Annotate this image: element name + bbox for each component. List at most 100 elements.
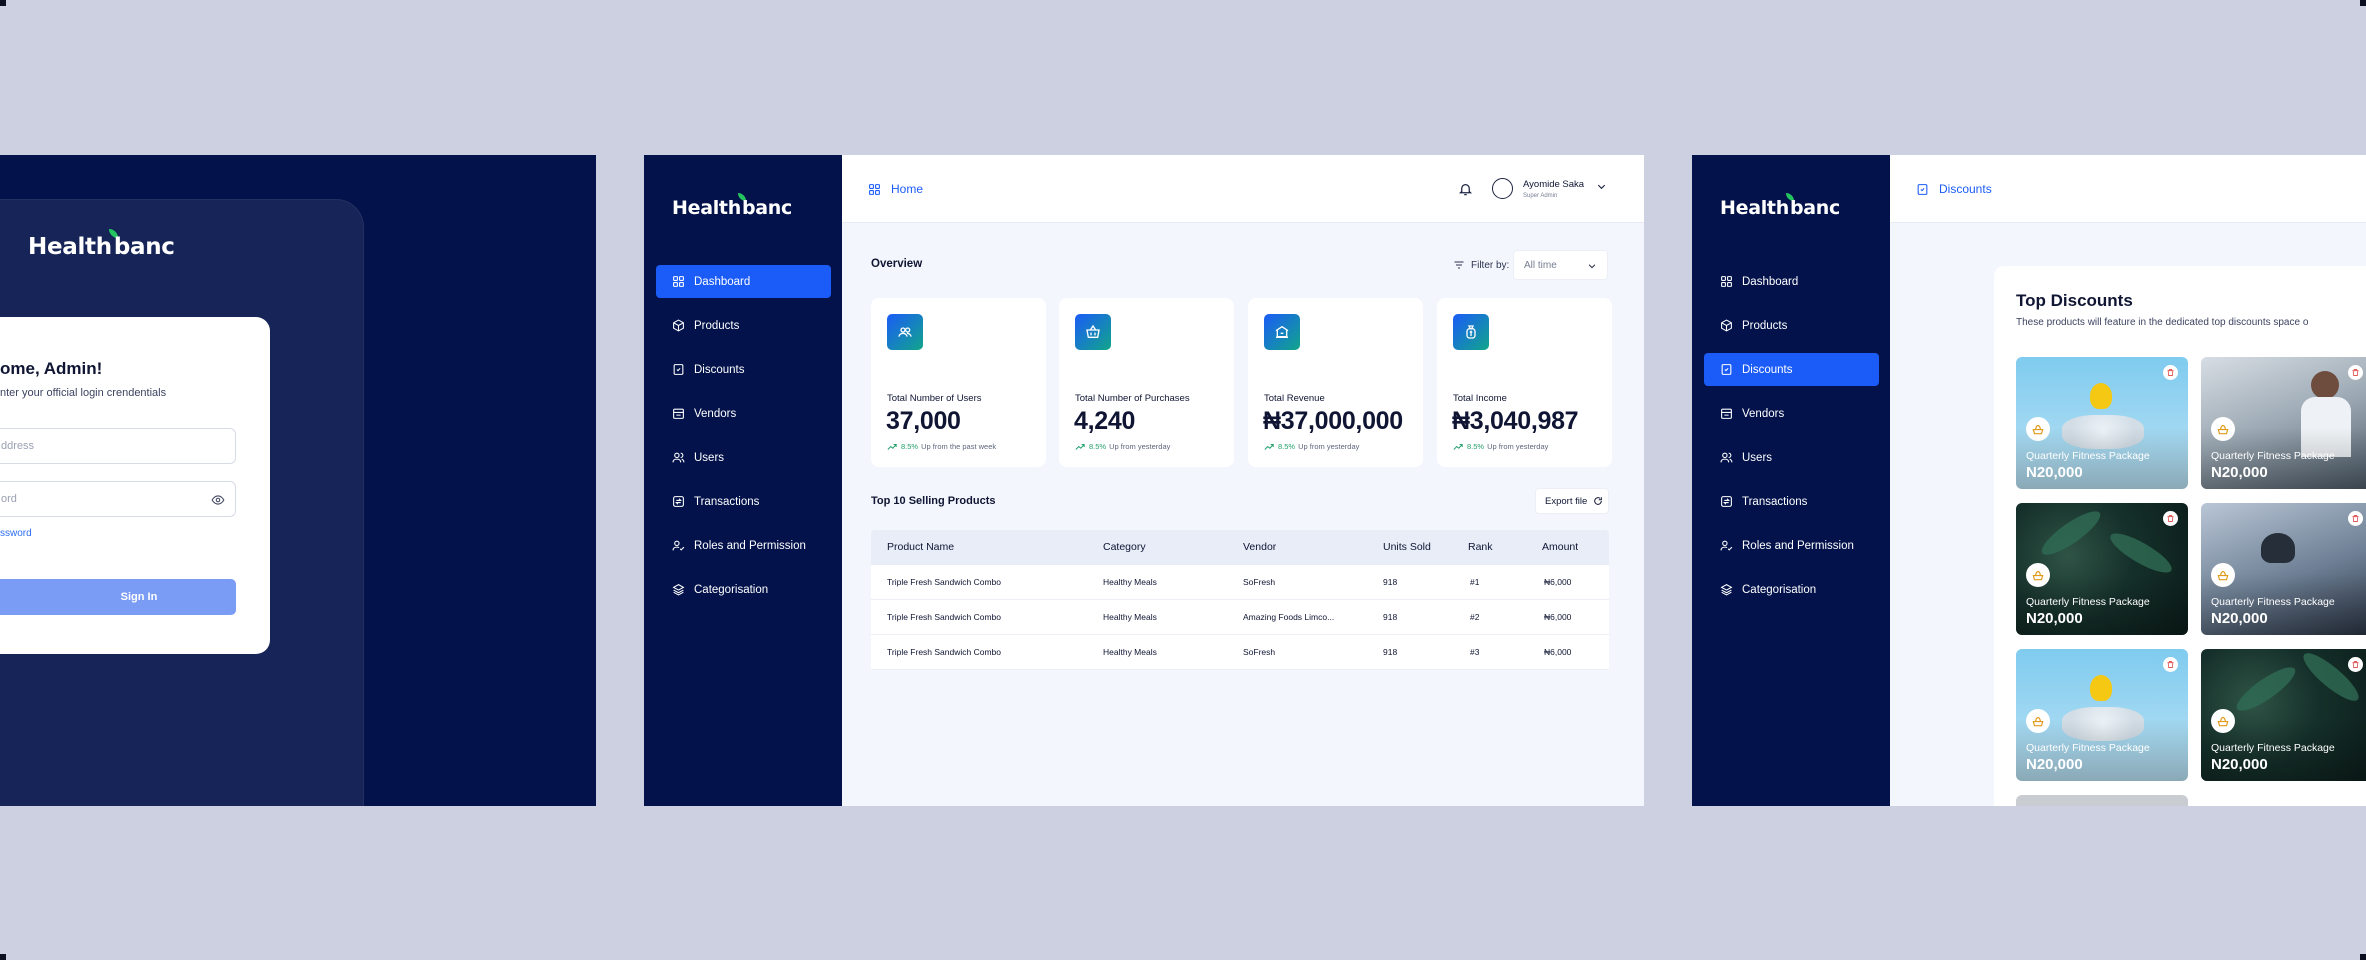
table-cell: 918	[1383, 612, 1398, 622]
sidebar-item-label: Transactions	[1742, 495, 1808, 508]
stat-delta-text: Up from yesterday	[1298, 442, 1360, 451]
sidebar-item-users[interactable]: Users	[656, 441, 831, 474]
bell-icon[interactable]	[1458, 181, 1473, 197]
chevron-down-icon[interactable]	[1596, 181, 1607, 192]
stat-delta-value: 8.5%	[1278, 442, 1296, 451]
sidebar-item-label: Roles and Permission	[1742, 539, 1854, 552]
leaf-icon	[1785, 193, 1794, 201]
filter-label-text: Filter by:	[1471, 259, 1510, 271]
sidebar-item-categorisation[interactable]: Categorisation	[656, 573, 831, 606]
sidebar-item-dashboard[interactable]: Dashboard	[1704, 265, 1879, 298]
stat-card-purchases: Total Number of Purchases 4,240 8.5% Up …	[1059, 298, 1234, 467]
table-row[interactable]: Triple Fresh Sandwich Combo Healthy Meal…	[871, 635, 1609, 670]
sign-in-button[interactable]: Sign In	[0, 579, 236, 615]
table-row[interactable]: Triple Fresh Sandwich Combo Healthy Meal…	[871, 565, 1609, 600]
stat-label: Total Income	[1453, 393, 1507, 404]
sidebar-item-vendors[interactable]: Vendors	[656, 397, 831, 430]
table-cell: Healthy Meals	[1103, 577, 1157, 587]
stat-delta-text: Up from the past week	[921, 442, 997, 451]
trend-up-icon	[887, 443, 897, 450]
frame-corner-bottom-right	[2360, 954, 2366, 960]
stat-value: 4,240	[1074, 407, 1136, 435]
table-cell: Healthy Meals	[1103, 647, 1157, 657]
stat-card-income: Total Income ₦3,040,987 8.5% Up from yes…	[1437, 298, 1612, 467]
trend-up-icon	[1075, 443, 1085, 450]
sidebar-item-transactions[interactable]: Transactions	[656, 485, 831, 518]
tile-price: N20,000	[2211, 464, 2268, 481]
table-row[interactable]: Triple Fresh Sandwich Combo Healthy Meal…	[871, 600, 1609, 635]
user-check-icon	[1720, 540, 1733, 551]
sidebar-item-discounts[interactable]: Discounts	[656, 353, 831, 386]
delete-icon[interactable]	[2348, 365, 2363, 380]
vendor-logo-icon	[2211, 563, 2235, 587]
stat-label: Total Revenue	[1264, 393, 1325, 404]
sidebar-item-label: Products	[694, 319, 740, 332]
column-header: Vendor	[1243, 541, 1277, 553]
avatar[interactable]	[1492, 178, 1513, 199]
users-icon	[1720, 452, 1733, 463]
table-cell: Amazing Foods Limco...	[1243, 612, 1335, 622]
table-cell: Healthy Meals	[1103, 612, 1157, 622]
delete-icon[interactable]	[2163, 657, 2178, 672]
stat-delta: 8.5% Up from yesterday	[1453, 442, 1548, 451]
tile-name: Quarterly Fitness Package	[2026, 450, 2150, 462]
table-cell: #3	[1470, 647, 1480, 657]
box-icon	[1721, 319, 1732, 332]
discount-icon	[1721, 364, 1732, 375]
table-cell: SoFresh	[1243, 647, 1276, 657]
forgot-password-link[interactable]: ssword	[0, 528, 32, 539]
page-subtitle: These products will feature in the dedic…	[2016, 317, 2309, 328]
layers-icon	[672, 584, 685, 596]
column-header: Product Name	[887, 541, 955, 553]
sidebar-item-roles-and-permission[interactable]: Roles and Permission	[1704, 529, 1879, 562]
time-filter-select[interactable]: All time	[1513, 250, 1608, 280]
sidebar-item-roles-and-permission[interactable]: Roles and Permission	[656, 529, 831, 562]
breadcrumb[interactable]: Discounts	[1916, 182, 1992, 196]
discount-tile-partial[interactable]	[2016, 795, 2188, 806]
discount-tile[interactable]: Quarterly Fitness Package N20,000	[2201, 503, 2366, 635]
delete-icon[interactable]	[2348, 657, 2363, 672]
tile-name: Quarterly Fitness Package	[2026, 596, 2150, 608]
table-cell: ₦6,000	[1544, 577, 1572, 587]
sidebar-item-products[interactable]: Products	[656, 309, 831, 342]
email-field[interactable]: ddress	[0, 428, 236, 464]
sidebar-item-discounts[interactable]: Discounts	[1704, 353, 1879, 386]
export-file-button[interactable]: Export file	[1535, 488, 1609, 514]
sidebar-item-users[interactable]: Users	[1704, 441, 1879, 474]
table-cell: 918	[1383, 647, 1398, 657]
sidebar-item-label: Dashboard	[694, 275, 751, 288]
sidebar-item-dashboard[interactable]: Dashboard	[656, 265, 831, 298]
sidebar-item-vendors[interactable]: Vendors	[1704, 397, 1879, 430]
stat-delta-text: Up from yesterday	[1487, 442, 1549, 451]
eye-icon[interactable]	[211, 493, 225, 507]
top-discounts-card: Top Discounts These products will featur…	[1994, 266, 2366, 806]
stat-label: Total Number of Users	[887, 393, 982, 404]
stat-label: Total Number of Purchases	[1075, 393, 1190, 404]
discount-tile[interactable]: Quarterly Fitness Package N20,000	[2016, 357, 2188, 489]
stat-delta-text: Up from yesterday	[1109, 442, 1171, 451]
discount-tile[interactable]: Quarterly Fitness Package N20,000	[2016, 503, 2188, 635]
sidebar-item-categorisation[interactable]: Categorisation	[1704, 573, 1879, 606]
delete-icon[interactable]	[2348, 511, 2363, 526]
user-role: Super Admin	[1523, 193, 1558, 199]
discount-icon	[673, 364, 684, 375]
discount-tile[interactable]: Quarterly Fitness Package N20,000	[2201, 649, 2366, 781]
discount-icon	[1917, 183, 1928, 195]
discount-tile[interactable]: Quarterly Fitness Package N20,000	[2016, 649, 2188, 781]
top-products-title: Top 10 Selling Products	[871, 495, 996, 507]
sidebar-item-products[interactable]: Products	[1704, 309, 1879, 342]
leaf-image	[2105, 526, 2177, 580]
sidebar-item-transactions[interactable]: Transactions	[1704, 485, 1879, 518]
breadcrumb[interactable]: Home	[868, 182, 923, 196]
lightbulb-image	[2090, 675, 2112, 701]
discount-tile[interactable]: Quarterly Fitness Package N20,000	[2201, 357, 2366, 489]
login-form-card: ome, Admin! nter your official login cre…	[0, 317, 270, 654]
delete-icon[interactable]	[2163, 511, 2178, 526]
password-field[interactable]: ord	[0, 481, 236, 517]
breadcrumb-label: Discounts	[1939, 182, 1992, 196]
stat-delta: 8.5% Up from yesterday	[1264, 442, 1359, 451]
top-bar: Discounts	[1890, 155, 2366, 223]
frame-corner-top-left	[0, 0, 6, 6]
table-header: Product Name Category Vendor Units Sold …	[871, 530, 1609, 565]
delete-icon[interactable]	[2163, 365, 2178, 380]
